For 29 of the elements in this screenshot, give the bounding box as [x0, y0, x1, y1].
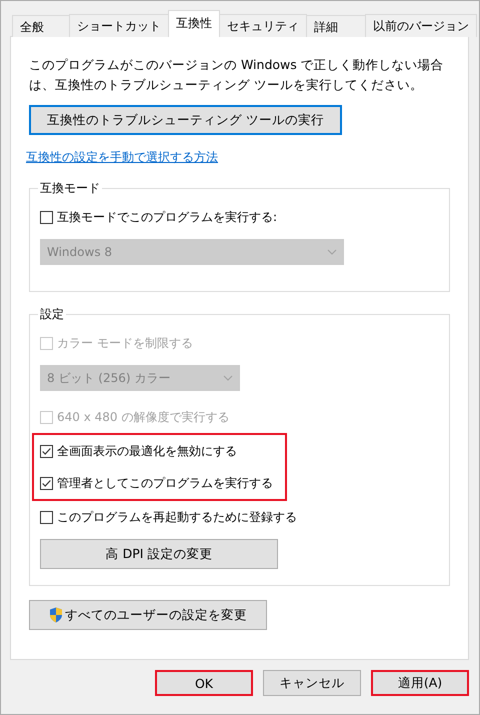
dialog-button[interactable]: キャンセル [263, 670, 361, 696]
dialog-button[interactable]: OK [155, 670, 253, 696]
tab[interactable]: セキュリティ [219, 14, 307, 37]
help-link[interactable]: 互換性の設定を手動で選択する方法 [26, 149, 218, 166]
checkbox[interactable] [40, 444, 53, 458]
checkbox-label: このプログラムを再起動するために登録する [57, 508, 297, 526]
change-all-users-button[interactable]: すべてのユーザーの設定を変更 [29, 600, 267, 630]
troubleshoot-button[interactable]: 互換性のトラブルシューティング ツールの実行 [29, 105, 342, 135]
checkbox-label: 互換モードでこのプログラムを実行する: [57, 208, 278, 226]
group-title: 設定 [39, 306, 65, 323]
dialog-button[interactable]: 適用(A) [371, 670, 469, 696]
checkbox[interactable] [40, 210, 53, 224]
checkbox-label: 全画面表示の最適化を無効にする [57, 442, 237, 460]
checkbox-label: 管理者としてこのプログラムを実行する [57, 474, 273, 492]
intro-text: このプログラムがこのバージョンの Windows で正しく動作しない場合は、互換性のトラブルシューティング ツールを実行してください。 [29, 56, 445, 94]
checkbox-label: 640 x 480 の解像度で実行する [57, 408, 230, 426]
checkbox-label: カラー モードを制限する [57, 334, 193, 352]
tab[interactable]: 互換性 [168, 10, 220, 37]
tab[interactable]: 詳細 [306, 15, 366, 37]
tab[interactable]: 全般 [12, 15, 70, 37]
checkbox[interactable] [40, 510, 53, 524]
tab[interactable]: ショートカット [69, 14, 169, 37]
chevron-down-icon [223, 375, 233, 381]
chevron-down-icon [327, 249, 337, 255]
group-title: 互換モード [39, 180, 101, 197]
checkbox[interactable] [40, 476, 53, 490]
shield-icon [49, 607, 63, 623]
high-dpi-button[interactable]: 高 DPI 設定の変更 [40, 539, 278, 569]
tab[interactable]: 以前のバージョン [365, 14, 477, 37]
